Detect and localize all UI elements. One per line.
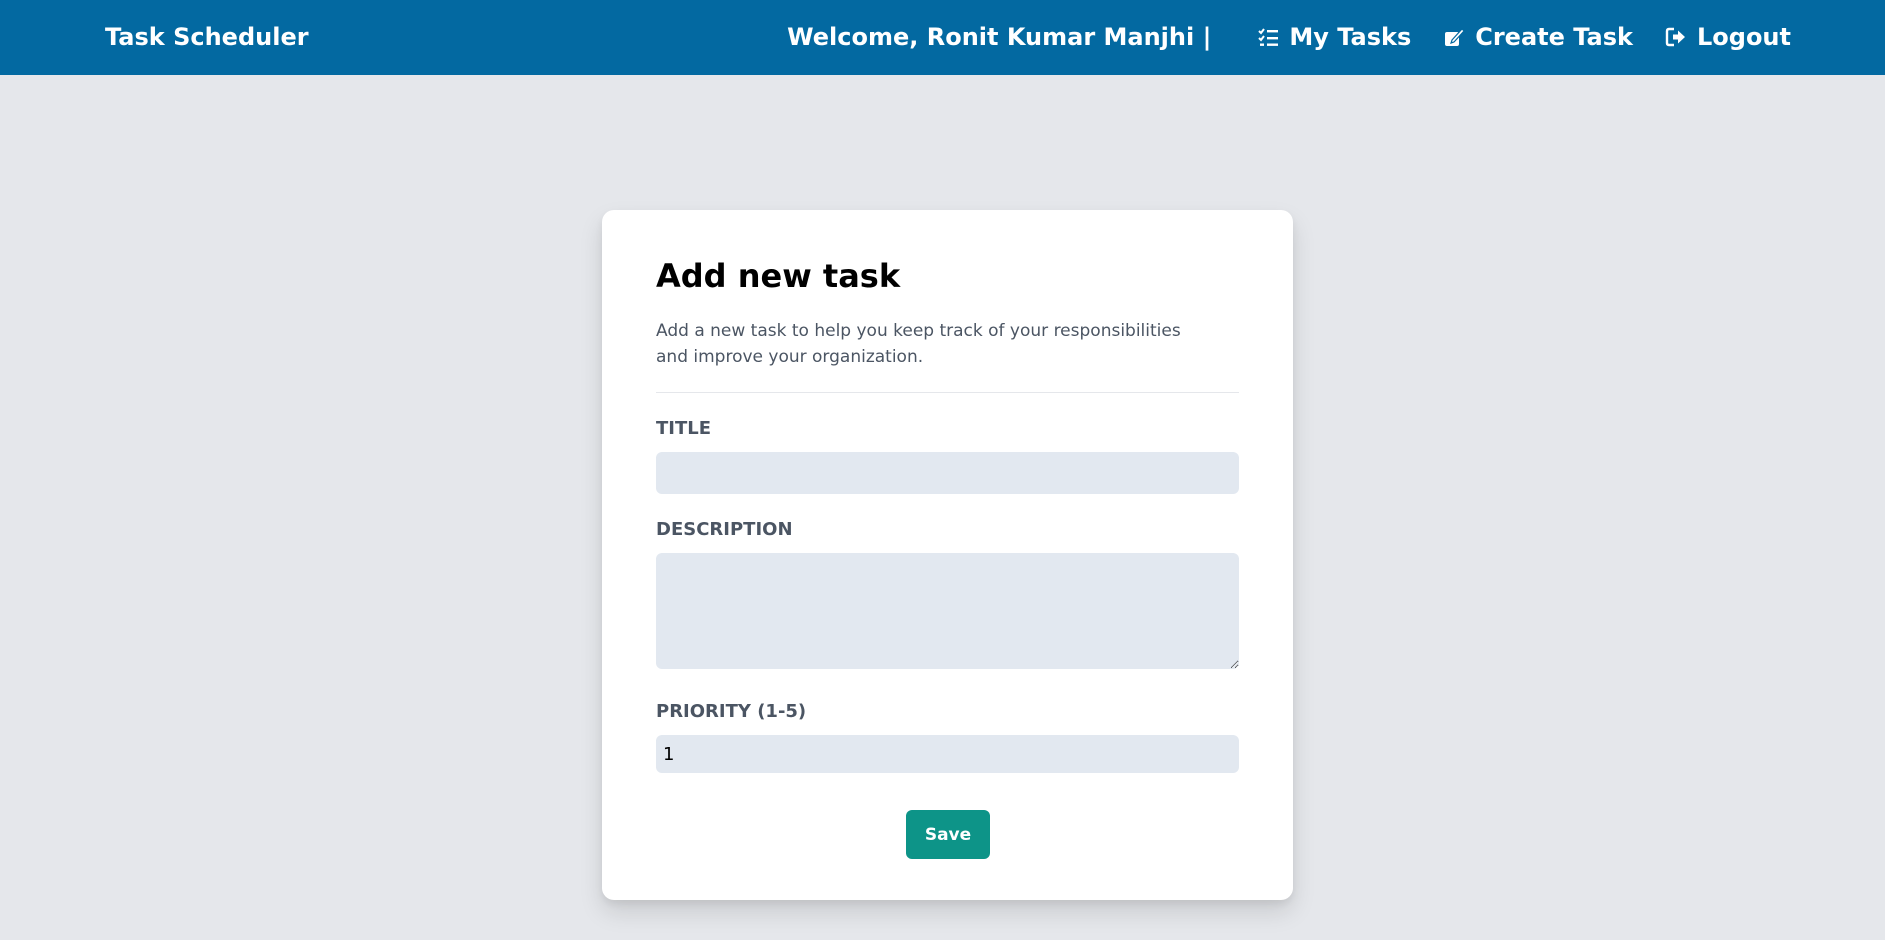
save-button[interactable]: Save bbox=[906, 810, 990, 859]
description-textarea[interactable] bbox=[656, 553, 1239, 669]
nav-link-label: Create Task bbox=[1475, 23, 1633, 51]
task-list-icon bbox=[1257, 26, 1279, 48]
priority-input[interactable] bbox=[656, 735, 1239, 773]
divider bbox=[656, 392, 1239, 393]
priority-label: PRIORITY (1-5) bbox=[656, 701, 807, 722]
title-input[interactable] bbox=[656, 452, 1239, 494]
nav-link-create-task[interactable]: Create Task bbox=[1443, 23, 1633, 51]
welcome-text: Welcome, Ronit Kumar Manjhi | bbox=[787, 23, 1212, 51]
description-label: DESCRIPTION bbox=[656, 519, 793, 540]
nav-link-label: My Tasks bbox=[1289, 23, 1412, 51]
nav-link-label: Logout bbox=[1696, 23, 1791, 51]
form-description: Add a new task to help you keep track of… bbox=[656, 321, 1181, 367]
add-task-card: Add new task Add a new task to help you … bbox=[602, 210, 1293, 900]
nav-link-logout[interactable]: Logout bbox=[1665, 23, 1791, 51]
logout-icon bbox=[1665, 26, 1687, 48]
title-label: TITLE bbox=[656, 418, 712, 439]
nav-right: Welcome, Ronit Kumar Manjhi | My Tasks C… bbox=[787, 22, 1791, 52]
app-brand[interactable]: Task Scheduler bbox=[105, 22, 309, 52]
page-title: Add new task bbox=[656, 257, 901, 295]
nav-link-my-tasks[interactable]: My Tasks bbox=[1257, 23, 1411, 51]
top-navbar: Task Scheduler Welcome, Ronit Kumar Manj… bbox=[0, 0, 1885, 75]
edit-icon bbox=[1443, 26, 1466, 48]
